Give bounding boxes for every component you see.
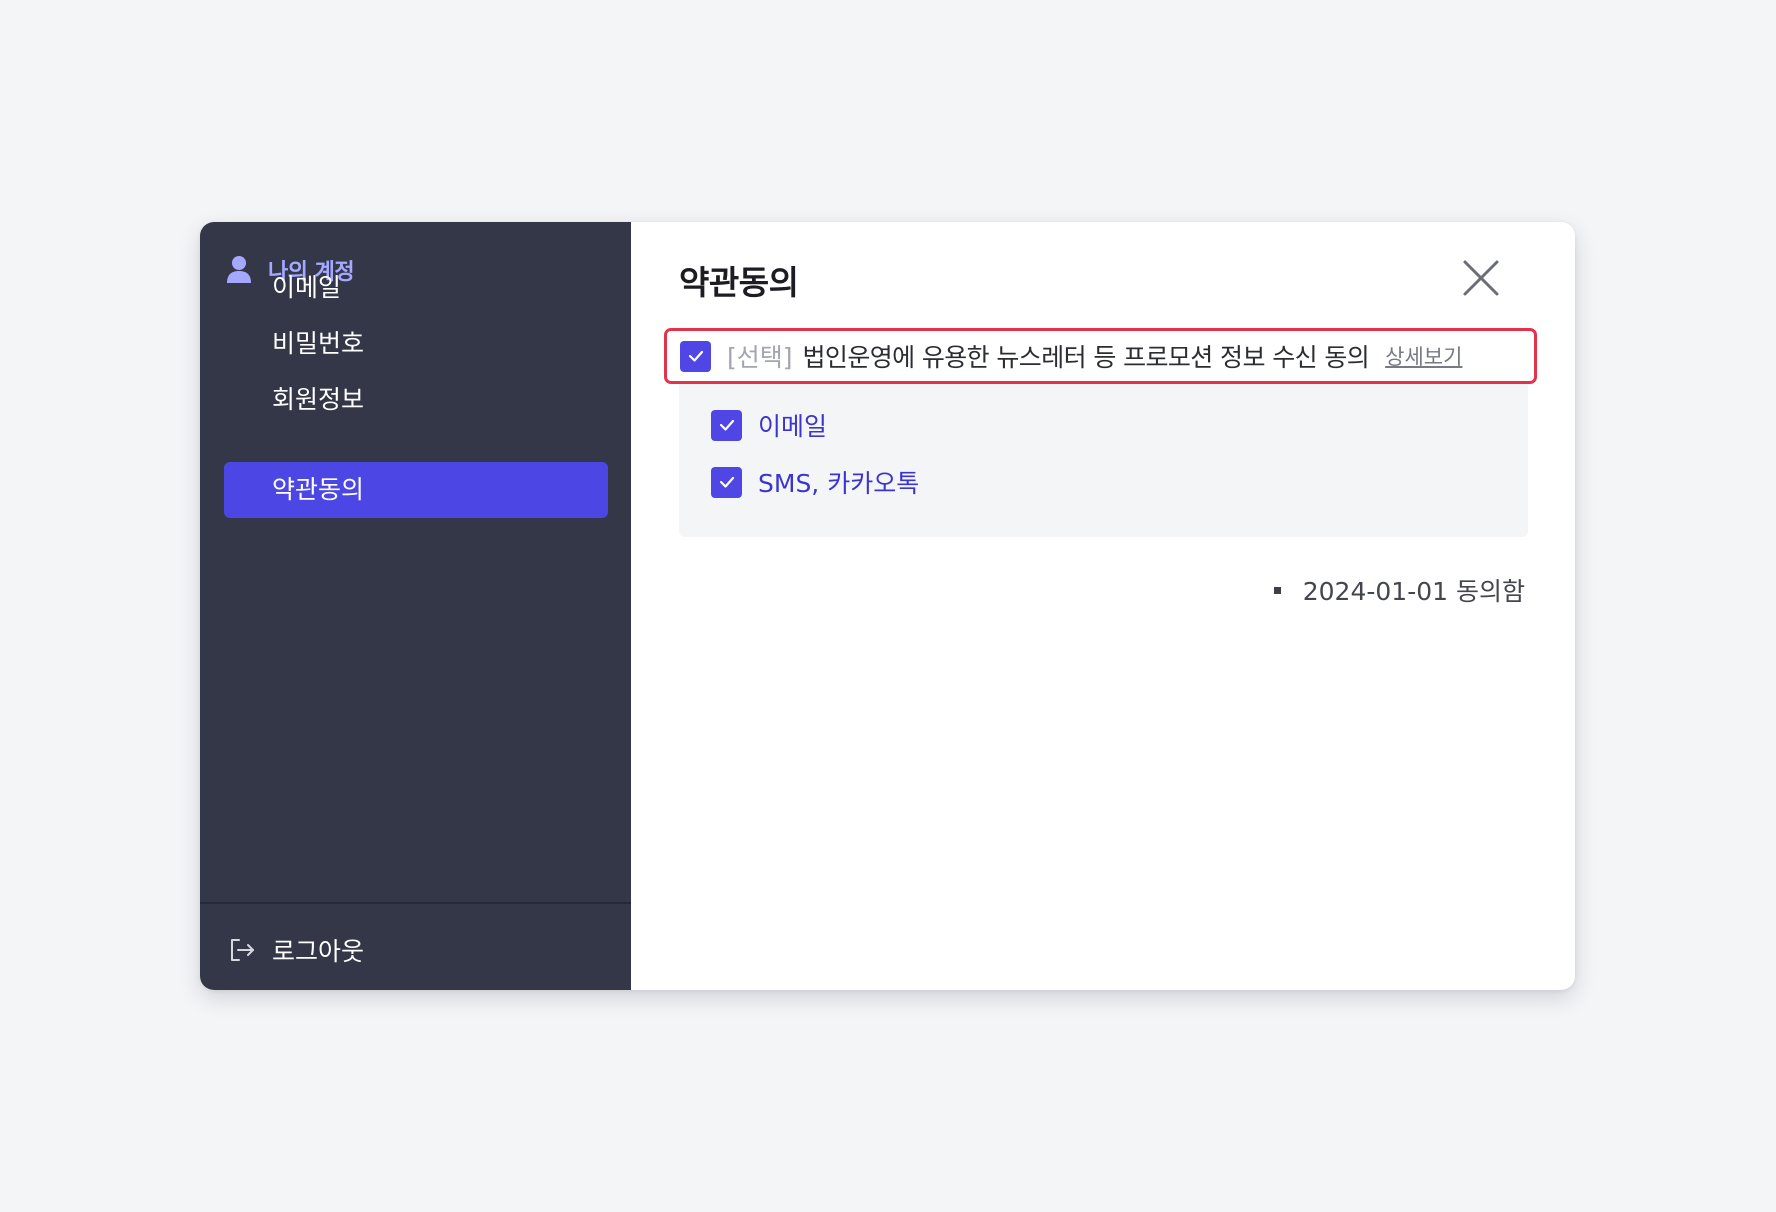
logout-icon (231, 939, 254, 961)
optional-tag: [선택] (727, 343, 793, 372)
sidebar-divider (200, 902, 631, 904)
sidebar-item-label: 약관동의 (272, 475, 365, 504)
agreed-date: 2024-01-01 동의함 (1273, 572, 1525, 608)
channel-sms-checkbox[interactable] (711, 466, 742, 498)
sidebar-item-label: 비밀번호 (272, 329, 365, 358)
promotion-consent-row: [선택] 법인운영에 유용한 뉴스레터 등 프로모션 정보 수신 동의 상세보기 (664, 328, 1537, 384)
sidebar-item-terms-consent[interactable]: 약관동의 (224, 462, 608, 518)
sidebar-item-email[interactable]: 이메일 (224, 260, 608, 316)
account-modal: 나의 계정 이메일 비밀번호 회원정보 약관동의 로그아웃 약관동의 [선택] … (200, 222, 1575, 990)
close-icon (1463, 260, 1499, 296)
page-title: 약관동의 (679, 263, 799, 302)
close-button[interactable] (1461, 258, 1501, 298)
sidebar-item-password[interactable]: 비밀번호 (224, 316, 608, 372)
agreed-date-text: 2024-01-01 동의함 (1302, 577, 1525, 606)
channel-sms-option[interactable]: SMS, 카카오톡 (711, 465, 919, 499)
sidebar-item-label: 이메일 (272, 273, 342, 302)
channel-email-option[interactable]: 이메일 (711, 408, 827, 442)
content-panel: 약관동의 [선택] 법인운영에 유용한 뉴스레터 등 프로모션 정보 수신 동의… (631, 222, 1575, 990)
sidebar-item-label: 회원정보 (272, 385, 365, 414)
consent-text: 법인운영에 유용한 뉴스레터 등 프로모션 정보 수신 동의 (802, 343, 1370, 372)
channel-email-checkbox[interactable] (711, 409, 742, 441)
check-icon (719, 476, 734, 488)
detail-link[interactable]: 상세보기 (1385, 341, 1462, 371)
logout-label: 로그아웃 (272, 937, 365, 966)
sidebar: 나의 계정 이메일 비밀번호 회원정보 약관동의 로그아웃 (200, 222, 631, 990)
bullet-icon (1273, 586, 1281, 594)
channel-sms-label: SMS, 카카오톡 (758, 469, 920, 498)
sidebar-item-member-info[interactable]: 회원정보 (224, 372, 608, 428)
logout-button[interactable]: 로그아웃 (228, 930, 364, 970)
check-icon (719, 419, 734, 431)
check-icon (688, 350, 703, 362)
promotion-consent-checkbox[interactable] (680, 340, 711, 372)
channel-email-label: 이메일 (758, 412, 828, 441)
channel-options-panel: 이메일 SMS, 카카오톡 (679, 384, 1528, 537)
